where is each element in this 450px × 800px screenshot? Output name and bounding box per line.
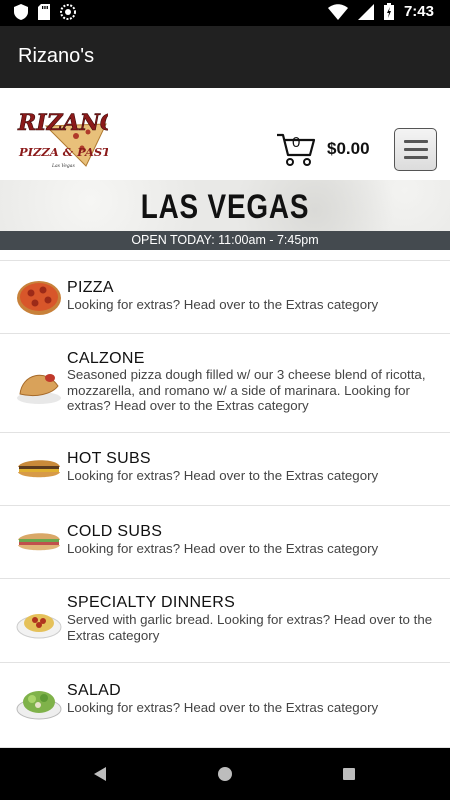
- battery-icon: [383, 3, 394, 20]
- cart-total[interactable]: $0.00: [327, 139, 370, 159]
- hamburger-menu-button[interactable]: [394, 128, 437, 171]
- menu-item-hot-subs[interactable]: HOT SUBS Looking for extras? Head over t…: [0, 432, 450, 505]
- menu-item-title: SPECIALTY DINNERS: [67, 594, 236, 611]
- system-nav-bar: [0, 748, 450, 800]
- wifi-icon: [327, 3, 348, 20]
- menu-category-list: PIZZA Looking for extras? Head over to t…: [0, 260, 450, 748]
- menu-item-title: CALZONE: [67, 350, 145, 367]
- menu-item-desc: Looking for extras? Head over to the Ext…: [67, 700, 379, 715]
- location-title: LAS VEGAS: [140, 188, 310, 226]
- menu-item-pizza[interactable]: PIZZA Looking for extras? Head over to t…: [0, 260, 450, 333]
- menu-item-title: COLD SUBS: [67, 523, 163, 540]
- menu-item-desc: Looking for extras? Head over to the Ext…: [67, 468, 379, 483]
- menu-item-salad[interactable]: SALAD Looking for extras? Head over to t…: [0, 662, 450, 748]
- shield-icon: [14, 4, 28, 20]
- hot-sub-icon: [18, 460, 60, 478]
- salad-icon: [16, 691, 62, 720]
- svg-text:Las Vegas: Las Vegas: [51, 163, 75, 169]
- rizanos-logo[interactable]: RIZANOS PIZZA & PASTA Las Vegas: [16, 96, 108, 172]
- menu-item-title: HOT SUBS: [67, 450, 151, 467]
- signal-icon: [357, 3, 374, 20]
- app-bar: Rizano's: [0, 26, 450, 88]
- menu-item-title: SALAD: [67, 682, 121, 699]
- menu-item-desc: Looking for extras? Head over to the Ext…: [67, 297, 379, 312]
- sd-card-icon: [38, 4, 50, 20]
- menu-item-title: PIZZA: [67, 279, 114, 296]
- menu-item-desc: Served with garlic bread. Looking for ex…: [67, 612, 433, 643]
- store-header: RIZANOS PIZZA & PASTA Las Vegas: [0, 88, 450, 180]
- status-time: 7:43: [403, 3, 434, 20]
- pasta-icon: [16, 614, 62, 639]
- hamburger-line: [404, 140, 428, 143]
- hamburger-line: [404, 148, 428, 151]
- cart-count: 0: [292, 134, 301, 151]
- svg-text:PIZZA & PASTA: PIZZA & PASTA: [18, 145, 108, 159]
- svg-text:RIZANOS: RIZANOS: [17, 110, 108, 136]
- menu-item-calzone[interactable]: CALZONE Seasoned pizza dough filled w/ o…: [0, 333, 450, 432]
- menu-item-desc: Looking for extras? Head over to the Ext…: [67, 541, 379, 556]
- hamburger-line: [404, 156, 428, 159]
- pizza-icon: [17, 281, 61, 315]
- menu-item-specialty-dinners[interactable]: SPECIALTY DINNERS Served with garlic bre…: [0, 578, 450, 662]
- back-icon[interactable]: [92, 766, 108, 782]
- sync-icon: [60, 4, 76, 20]
- app-title: Rizano's: [18, 45, 95, 67]
- menu-item-desc: Seasoned pizza dough filled w/ our 3 che…: [67, 367, 426, 413]
- status-bar: 7:43: [0, 0, 450, 26]
- home-icon[interactable]: [217, 766, 233, 782]
- hours-bar: OPEN TODAY: 11:00am - 7:45pm: [0, 231, 450, 250]
- recents-icon[interactable]: [342, 767, 356, 781]
- menu-item-cold-subs[interactable]: COLD SUBS Looking for extras? Head over …: [0, 505, 450, 578]
- cold-sub-icon: [18, 533, 60, 551]
- calzone-icon: [17, 374, 61, 404]
- location-banner: LAS VEGAS: [0, 180, 450, 231]
